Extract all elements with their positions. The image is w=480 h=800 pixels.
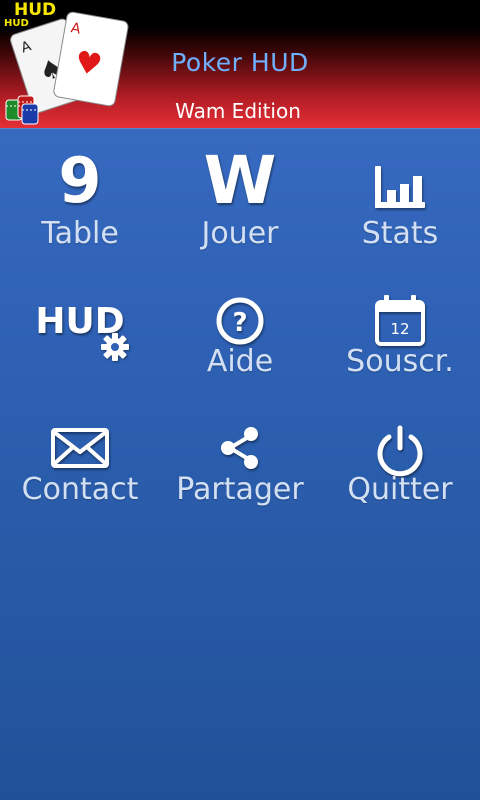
- nine-digit-icon: 9: [58, 144, 102, 217]
- menu-item-quitter[interactable]: Quitter: [320, 420, 480, 540]
- menu-item-jouer[interactable]: W Jouer: [160, 140, 320, 260]
- hud-text-icon: HUD: [35, 301, 125, 342]
- menu-item-stats[interactable]: Stats: [320, 140, 480, 260]
- menu-item-stats-label: Stats: [361, 216, 439, 251]
- menu-item-aide-label: Aide: [206, 344, 274, 379]
- menu-item-contact[interactable]: Contact: [0, 420, 160, 540]
- menu-item-aide[interactable]: ? Aide: [160, 290, 320, 410]
- logo-hud-text-small: HUD: [4, 18, 29, 29]
- menu-item-table-label: Table: [41, 216, 119, 251]
- app-title: Poker HUD: [171, 48, 309, 77]
- menu-item-souscr-label: Souscr.: [346, 344, 454, 379]
- menu-item-hud[interactable]: HUD: [0, 290, 160, 410]
- menu-item-souscr[interactable]: 12 Souscr.: [320, 290, 480, 410]
- menu-item-contact-label: Contact: [21, 472, 139, 507]
- menu-item-table[interactable]: 9 Table: [0, 140, 160, 260]
- playing-cards-logo: A ♠ A ♥ HUD HUD: [0, 0, 132, 128]
- calendar-day-number: 12: [390, 320, 410, 338]
- menu-item-quitter-label: Quitter: [347, 472, 453, 507]
- menu-item-jouer-label: Jouer: [201, 216, 279, 251]
- gear-icon: [98, 330, 132, 364]
- menu-item-partager-label: Partager: [176, 472, 304, 507]
- bar-chart-icon: [320, 140, 480, 210]
- svg-text:?: ?: [232, 308, 247, 338]
- w-letter-icon: W: [203, 142, 277, 219]
- menu-item-partager[interactable]: Partager: [160, 420, 320, 540]
- app-header: A ♠ A ♥ HUD HUD Poker HUD Wam Edition: [0, 0, 480, 129]
- logo-hud-text-large: HUD: [14, 0, 57, 20]
- app-subtitle: Wam Edition: [175, 99, 301, 123]
